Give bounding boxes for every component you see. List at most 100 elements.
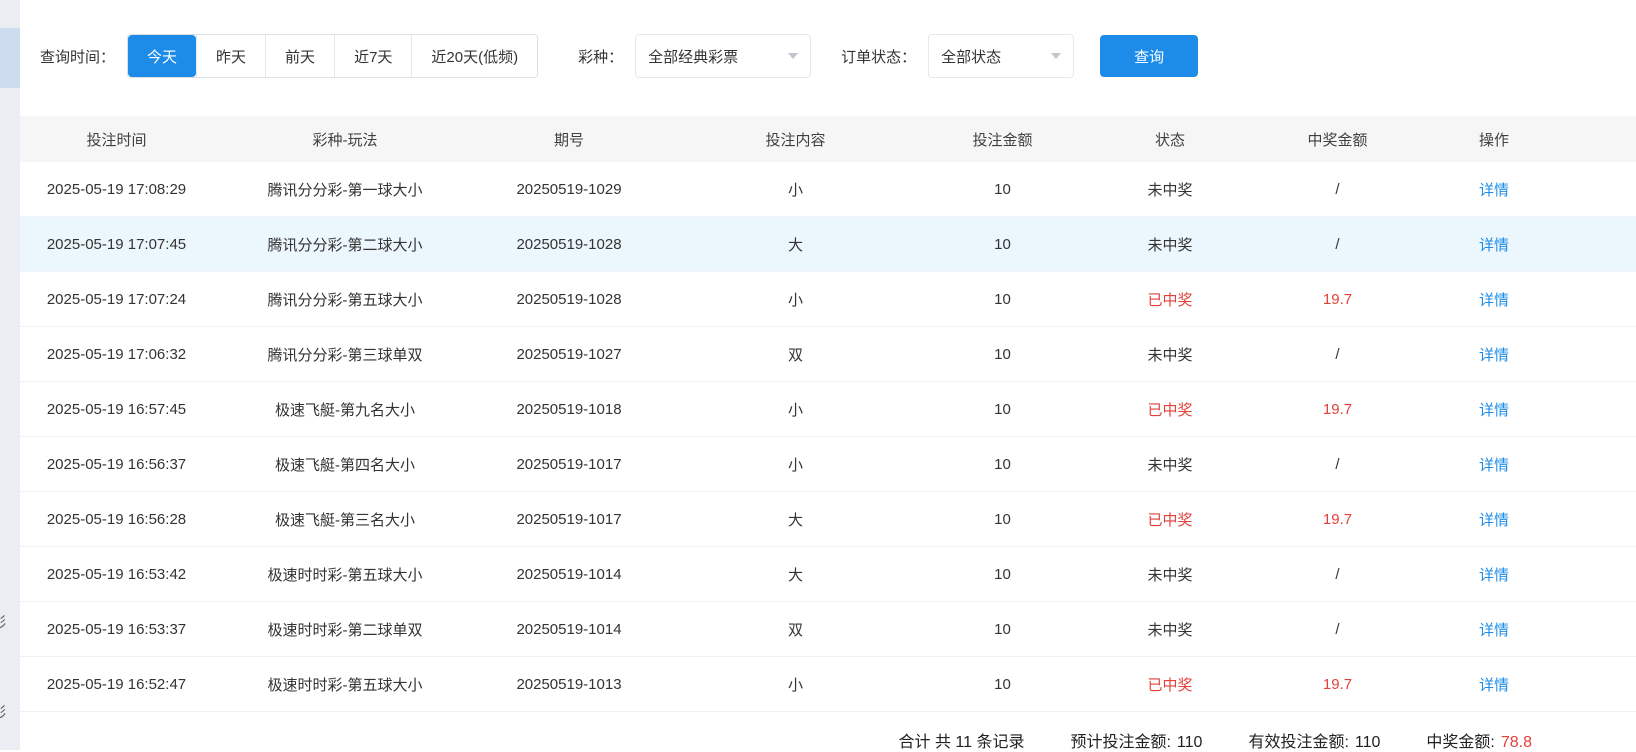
time-filter-option[interactable]: 近7天	[334, 35, 411, 77]
cell-action: 详情	[1410, 602, 1578, 657]
detail-link[interactable]: 详情	[1479, 402, 1509, 419]
cell-amount: 10	[930, 217, 1075, 272]
row-spacer	[1578, 437, 1636, 492]
row-spacer	[1578, 602, 1636, 657]
table-header-row: 投注时间彩种-玩法期号投注内容投注金额状态中奖金额操作	[20, 116, 1636, 162]
cell-time: 2025-05-19 16:53:37	[20, 602, 213, 657]
cell-time: 2025-05-19 16:56:37	[20, 437, 213, 492]
footer-stat-label: 中奖金额:	[1426, 734, 1494, 751]
table-row: 2025-05-19 16:52:47极速时时彩-第五球大小20250519-1…	[20, 657, 1636, 712]
detail-link[interactable]: 详情	[1479, 182, 1509, 199]
cell-game: 极速时时彩-第二球单双	[213, 602, 477, 657]
cell-content: 小	[661, 382, 930, 437]
cell-time: 2025-05-19 17:06:32	[20, 327, 213, 382]
cell-content: 小	[661, 437, 930, 492]
cell-issue: 20250519-1028	[477, 217, 661, 272]
table-row: 2025-05-19 17:07:45腾讯分分彩-第二球大小20250519-1…	[20, 217, 1636, 272]
cell-content: 小	[661, 272, 930, 327]
cell-content: 大	[661, 547, 930, 602]
detail-link[interactable]: 详情	[1479, 292, 1509, 309]
record-count: 合计 共 11 条记录	[899, 728, 1025, 752]
column-header: 状态	[1075, 116, 1265, 162]
cell-amount: 10	[930, 162, 1075, 217]
chevron-down-icon	[788, 53, 798, 59]
detail-link[interactable]: 详情	[1479, 347, 1509, 364]
cell-status: 未中奖	[1075, 162, 1265, 217]
cell-issue: 20250519-1018	[477, 382, 661, 437]
sidebar-edge: 彩 彩	[0, 0, 20, 750]
cell-game: 极速飞艇-第三名大小	[213, 492, 477, 547]
detail-link[interactable]: 详情	[1479, 512, 1509, 529]
cell-action: 详情	[1410, 382, 1578, 437]
cell-status: 未中奖	[1075, 547, 1265, 602]
cell-action: 详情	[1410, 162, 1578, 217]
detail-link[interactable]: 详情	[1479, 677, 1509, 694]
table-row: 2025-05-19 16:53:37极速时时彩-第二球单双20250519-1…	[20, 602, 1636, 657]
cell-prize: /	[1265, 327, 1410, 382]
column-header: 投注时间	[20, 116, 213, 162]
cell-status: 已中奖	[1075, 492, 1265, 547]
order-history-page: 彩 彩 查询时间： 今天昨天前天近7天近20天(低频) 彩种： 全部经典彩票 订…	[0, 0, 1636, 750]
cell-issue: 20250519-1027	[477, 327, 661, 382]
order-status-select[interactable]: 全部状态	[928, 34, 1074, 78]
cell-action: 详情	[1410, 327, 1578, 382]
cell-status: 已中奖	[1075, 657, 1265, 712]
cell-action: 详情	[1410, 437, 1578, 492]
cell-game: 极速时时彩-第五球大小	[213, 657, 477, 712]
row-spacer	[1578, 217, 1636, 272]
footer-stat-value: 78.8	[1501, 734, 1532, 751]
time-filter-option[interactable]: 昨天	[196, 35, 265, 77]
sidebar-item-clipped-label: 彩	[0, 702, 6, 722]
cell-content: 小	[661, 162, 930, 217]
footer-stat: 中奖金额: 78.8	[1426, 728, 1532, 752]
cell-time: 2025-05-19 16:56:28	[20, 492, 213, 547]
footer-stat-label: 有效投注金额:	[1248, 734, 1348, 751]
cell-prize: /	[1265, 437, 1410, 492]
lottery-select[interactable]: 全部经典彩票	[635, 34, 811, 78]
table-row: 2025-05-19 17:07:24腾讯分分彩-第五球大小20250519-1…	[20, 272, 1636, 327]
cell-issue: 20250519-1028	[477, 272, 661, 327]
cell-amount: 10	[930, 437, 1075, 492]
column-header: 期号	[477, 116, 661, 162]
footer-stat-value: 110	[1177, 734, 1203, 751]
record-count-text: 合计 共 11 条记录	[899, 734, 1025, 751]
cell-content: 双	[661, 327, 930, 382]
lottery-filter-label: 彩种：	[578, 46, 623, 67]
detail-link[interactable]: 详情	[1479, 622, 1509, 639]
query-button[interactable]: 查询	[1100, 35, 1198, 77]
cell-issue: 20250519-1013	[477, 657, 661, 712]
column-header: 中奖金额	[1265, 116, 1410, 162]
row-spacer	[1578, 382, 1636, 437]
row-spacer	[1578, 162, 1636, 217]
cell-time: 2025-05-19 17:08:29	[20, 162, 213, 217]
cell-prize: /	[1265, 217, 1410, 272]
orders-table: 投注时间彩种-玩法期号投注内容投注金额状态中奖金额操作 2025-05-19 1…	[20, 116, 1636, 712]
time-filter-option[interactable]: 近20天(低频)	[411, 35, 537, 77]
detail-link[interactable]: 详情	[1479, 457, 1509, 474]
cell-issue: 20250519-1017	[477, 492, 661, 547]
table-row: 2025-05-19 17:06:32腾讯分分彩-第三球单双20250519-1…	[20, 327, 1636, 382]
time-filter-label: 查询时间：	[40, 46, 115, 67]
row-spacer	[1578, 547, 1636, 602]
detail-link[interactable]: 详情	[1479, 567, 1509, 584]
time-filter-option[interactable]: 今天	[128, 35, 196, 77]
cell-prize: 19.7	[1265, 492, 1410, 547]
cell-prize: 19.7	[1265, 272, 1410, 327]
sidebar-item-clipped[interactable]: 彩	[0, 612, 20, 632]
table-row: 2025-05-19 17:08:29腾讯分分彩-第一球大小20250519-1…	[20, 162, 1636, 217]
cell-status: 未中奖	[1075, 437, 1265, 492]
time-filter-option[interactable]: 前天	[265, 35, 334, 77]
time-range-group: 今天昨天前天近7天近20天(低频)	[127, 34, 538, 78]
cell-game: 极速时时彩-第五球大小	[213, 547, 477, 602]
header-spacer	[1578, 116, 1636, 162]
cell-time: 2025-05-19 17:07:24	[20, 272, 213, 327]
cell-game: 极速飞艇-第四名大小	[213, 437, 477, 492]
cell-status: 未中奖	[1075, 602, 1265, 657]
sidebar-active-item[interactable]	[0, 28, 20, 88]
sidebar-item-clipped[interactable]: 彩	[0, 702, 20, 722]
order-status-select-value: 全部状态	[941, 46, 1001, 67]
detail-link[interactable]: 详情	[1479, 237, 1509, 254]
column-header: 彩种-玩法	[213, 116, 477, 162]
filter-bar: 查询时间： 今天昨天前天近7天近20天(低频) 彩种： 全部经典彩票 订单状态：…	[20, 0, 1636, 78]
cell-action: 详情	[1410, 492, 1578, 547]
